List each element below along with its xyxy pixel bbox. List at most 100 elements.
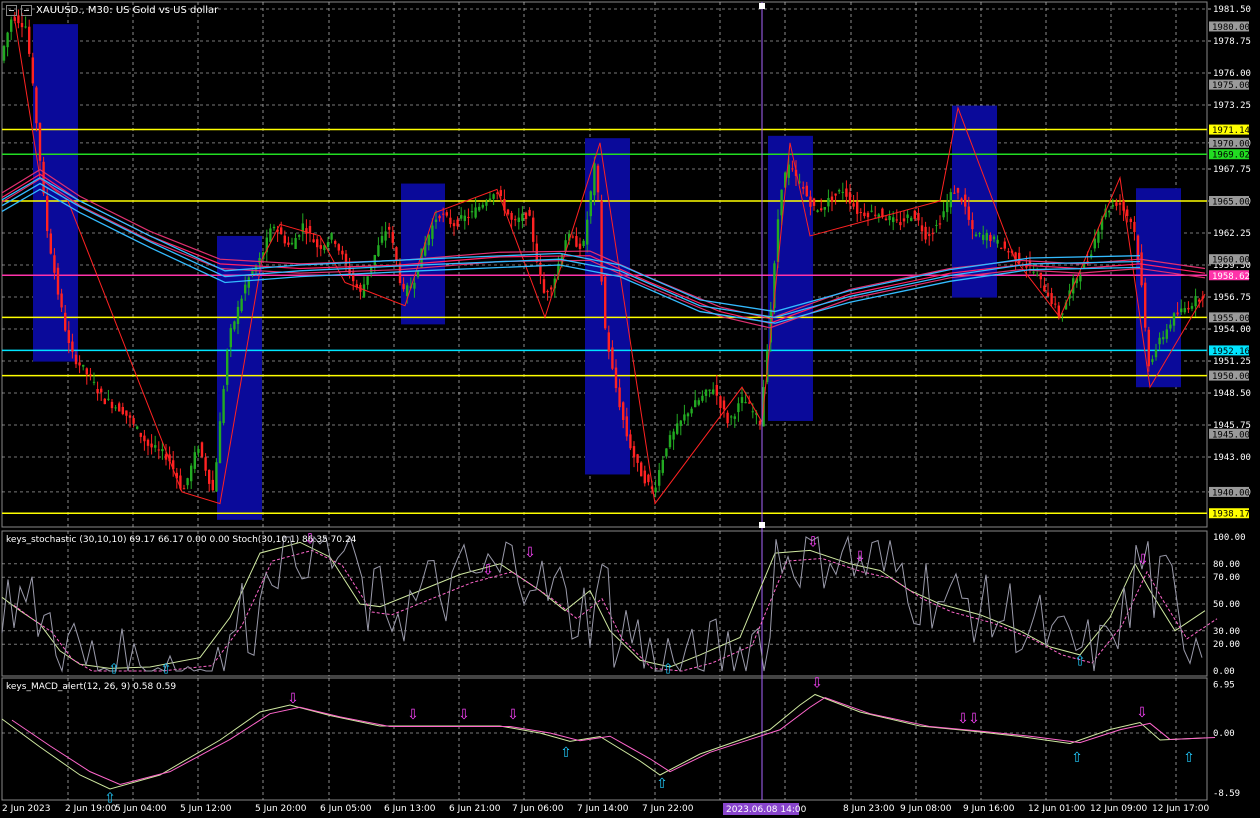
candle-body: [107, 398, 110, 400]
candle-body: [672, 431, 675, 440]
candle-body: [892, 217, 895, 223]
candle-body: [838, 190, 841, 192]
candle-body: [528, 209, 531, 216]
price-tag-label: 1960.00: [1212, 256, 1250, 266]
chart-canvas[interactable]: ⇩⇩⇩⇩⇩ ⇩⇧ ⇧ ⇧⇧⇩⇩ ⇩ ⇩⇩⇩ ⇩ ⇩⇧⇧⇧⇧ ⇧1981.501978.75197…: [0, 0, 1260, 818]
candle-body: [967, 206, 970, 220]
candle-body: [1144, 282, 1147, 328]
candle-body: [240, 298, 243, 312]
candle-body: [460, 215, 463, 219]
candle-body: [607, 332, 610, 352]
time-axis-label: 6 Jun 21:00: [449, 804, 501, 814]
sell-arrow-icon: ⇩: [807, 534, 819, 550]
chart-pin-icon[interactable]: [21, 5, 32, 16]
price-axis-label: 1956.75: [1213, 293, 1251, 303]
candle-body: [337, 244, 340, 251]
time-axis-label: 7 Jun 06:00: [512, 804, 564, 814]
candle-body: [848, 192, 852, 204]
candle-body: [542, 279, 546, 293]
candle-body: [20, 22, 24, 28]
candle-body: [186, 478, 189, 486]
candle-body: [1126, 209, 1129, 217]
chart-header: XAUUSD., M30: US Gold vs US dollar: [6, 5, 218, 16]
candle-body: [474, 207, 477, 218]
candle-body: [704, 389, 708, 396]
candle-body: [622, 402, 625, 420]
candle-body: [28, 26, 31, 54]
candle-body: [942, 211, 945, 218]
candle-body: [226, 350, 229, 385]
candle-body: [946, 202, 949, 213]
candle-body: [1176, 312, 1179, 315]
candle-body: [1172, 313, 1176, 326]
candle-body: [1190, 306, 1194, 309]
candle-body: [258, 257, 261, 264]
candle-body: [251, 271, 254, 274]
candle-body: [128, 415, 132, 418]
candle-body: [1093, 238, 1096, 249]
candle-body: [1154, 349, 1158, 358]
candle-body: [470, 211, 474, 213]
price-tag-label: 1971.14: [1212, 126, 1250, 136]
price-tag-label: 1958.62: [1212, 272, 1250, 282]
buy-arrow-icon: ⇧: [108, 662, 120, 678]
candle-body: [1046, 292, 1050, 297]
chart-menu-icon[interactable]: [6, 5, 17, 16]
candle-body: [694, 400, 697, 408]
candle-body: [668, 435, 672, 448]
candle-body: [146, 439, 150, 446]
candle-body: [272, 226, 276, 229]
candle-body: [938, 223, 942, 225]
candle-body: [438, 215, 441, 219]
candle-body: [845, 188, 848, 197]
candle-body: [326, 242, 330, 247]
candle-body: [985, 232, 988, 241]
candle-body: [485, 201, 488, 206]
price-tag-label: 1980.00: [1212, 23, 1250, 33]
candle-body: [647, 474, 650, 483]
candle-body: [2, 46, 6, 61]
candle-body: [834, 193, 837, 196]
candle-body: [964, 194, 967, 207]
candle-body: [388, 226, 391, 230]
candle-body: [1111, 205, 1114, 207]
candle-body: [316, 239, 319, 248]
candle-body: [197, 449, 200, 453]
candle-body: [46, 196, 49, 232]
candle-body: [924, 226, 927, 240]
candle-body: [38, 123, 42, 161]
candle-body: [913, 210, 916, 219]
price-tag-label: 1970.00: [1212, 139, 1250, 149]
price-tag: 1958.62: [1209, 270, 1250, 282]
candle-body: [953, 192, 956, 194]
price-tag-label: 1940.00: [1212, 488, 1250, 498]
candle-body: [971, 220, 974, 230]
time-axis-label: 9 Jun 08:00: [900, 804, 952, 814]
candle-body: [456, 219, 459, 227]
candle-body: [391, 232, 394, 243]
price-tag: 1950.00: [1209, 370, 1250, 382]
candle-body: [701, 395, 704, 401]
candle-body: [625, 416, 628, 437]
candle-body: [182, 488, 186, 490]
candle-body: [546, 291, 549, 293]
candle-body: [506, 209, 510, 215]
buy-arrow-icon: ⇧: [1074, 654, 1086, 670]
candle-body: [143, 435, 146, 442]
candle-body: [578, 243, 582, 249]
candle-body: [442, 213, 445, 215]
stoch-axis-label: 50.00: [1213, 600, 1240, 610]
sell-arrow-icon: ⇩: [811, 676, 823, 692]
stoch-axis-label: 70.00: [1213, 573, 1240, 583]
candle-body: [791, 168, 794, 170]
candle-body: [1118, 202, 1122, 205]
candle-body: [229, 328, 232, 348]
candle-body: [661, 459, 664, 473]
price-axis-label: 1981.50: [1213, 5, 1251, 15]
price-tag: 1955.00: [1209, 312, 1250, 324]
sell-arrow-icon: ⇩: [957, 711, 969, 727]
candle-body: [1054, 303, 1057, 305]
candle-body: [1039, 272, 1042, 280]
price-axis-label: 1951.25: [1213, 357, 1251, 367]
candle-body: [874, 214, 877, 216]
